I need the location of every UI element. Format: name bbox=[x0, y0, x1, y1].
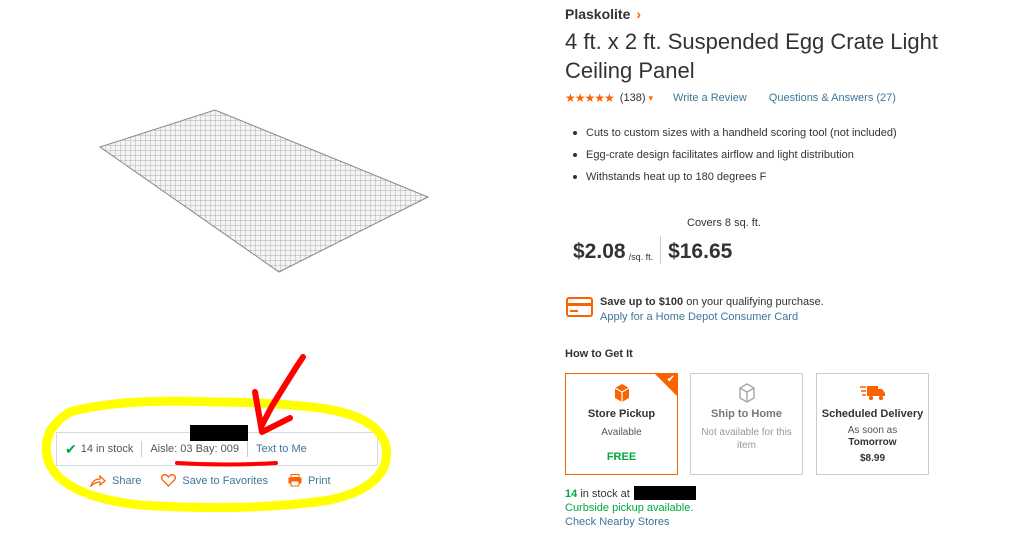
credit-offer-text: Save up to $100 on your qualifying purch… bbox=[600, 296, 824, 308]
printer-icon bbox=[288, 474, 302, 487]
option-status: Not available for this item bbox=[701, 427, 792, 451]
store-pickup-option[interactable]: ✔ Store Pickup Available FREE bbox=[565, 373, 678, 475]
credit-card-icon bbox=[566, 297, 593, 317]
option-price: FREE bbox=[606, 451, 637, 463]
redacted-store-name bbox=[634, 486, 696, 500]
red-arrow-head bbox=[252, 389, 293, 435]
stock-count: 14 bbox=[565, 488, 578, 500]
checkmark-icon: ✔ bbox=[666, 374, 675, 385]
product-highlights: Cuts to custom sizes with a handheld sco… bbox=[573, 126, 897, 192]
option-status: As soon as Tomorrow $8.99 bbox=[817, 425, 928, 465]
favorites-label: Save to Favorites bbox=[182, 474, 268, 487]
share-actions-row: Share Save to Favorites Print bbox=[90, 474, 331, 487]
highlight-item: Cuts to custom sizes with a handheld sco… bbox=[573, 127, 897, 139]
aisle-bay-location: Aisle: 03 Bay: 009 bbox=[150, 443, 239, 455]
product-image[interactable] bbox=[95, 100, 435, 280]
rating-row: ★★★★★ (138) ▾ Write a Review Questions &… bbox=[565, 91, 896, 105]
check-nearby-stores-link[interactable]: Check Nearby Stores bbox=[565, 516, 670, 528]
review-count[interactable]: (138) bbox=[620, 92, 646, 104]
chevron-right-icon: › bbox=[636, 6, 642, 22]
rating-stars-icon[interactable]: ★★★★★ bbox=[565, 91, 615, 105]
red-arrow-shaft bbox=[259, 354, 306, 428]
option-when: Tomorrow bbox=[848, 437, 897, 448]
stock-at-store-text: 14 in stock at bbox=[565, 488, 630, 500]
price-unit: /sq. ft. bbox=[628, 252, 654, 262]
in-stock-text: 14 in stock bbox=[80, 443, 134, 455]
stock-text: in stock at bbox=[580, 488, 630, 500]
save-suffix: on your qualifying purchase. bbox=[686, 296, 824, 308]
curbside-text: Curbside pickup available. bbox=[565, 502, 694, 514]
check-icon: ✔ bbox=[65, 440, 77, 457]
print-button[interactable]: Print bbox=[288, 474, 331, 487]
price-total: $16.65 bbox=[668, 240, 733, 263]
share-button[interactable]: Share bbox=[90, 474, 141, 487]
highlight-item: Withstands heat up to 180 degrees F bbox=[573, 170, 897, 184]
questions-answers-link[interactable]: Questions & Answers (27) bbox=[769, 92, 896, 104]
save-amount: $100 bbox=[658, 296, 684, 308]
in-stock-indicator: ✔ 14 in stock bbox=[57, 441, 141, 458]
text-to-me-link[interactable]: Text to Me bbox=[248, 443, 315, 455]
brand-name: Plaskolite bbox=[565, 6, 631, 22]
save-to-favorites-button[interactable]: Save to Favorites bbox=[161, 474, 268, 487]
save-prefix: Save up to bbox=[600, 296, 656, 308]
price-row: $2.08 /sq. ft. $16.65 bbox=[573, 236, 732, 264]
option-title: Ship to Home bbox=[711, 408, 782, 420]
chevron-down-icon[interactable]: ▾ bbox=[648, 93, 653, 104]
store-box-icon bbox=[614, 384, 629, 402]
option-title: Scheduled Delivery bbox=[821, 408, 924, 420]
package-icon bbox=[738, 383, 755, 403]
option-status: Available bbox=[601, 427, 642, 438]
ship-to-home-option[interactable]: Ship to Home Not available for this item bbox=[690, 373, 803, 475]
option-status-text: As soon as bbox=[847, 425, 898, 436]
print-label: Print bbox=[307, 474, 331, 487]
heart-icon bbox=[161, 474, 177, 487]
highlight-item: Egg-crate design facilitates airflow and… bbox=[573, 148, 897, 162]
option-price: $8.99 bbox=[859, 453, 886, 464]
how-to-get-it-heading: How to Get It bbox=[565, 348, 633, 360]
product-title: 4 ft. x 2 ft. Suspended Egg Crate Light … bbox=[565, 29, 939, 83]
write-review-link[interactable]: Write a Review bbox=[673, 92, 747, 104]
price-per-unit: $2.08 bbox=[573, 240, 626, 263]
share-arrow-icon bbox=[90, 474, 106, 487]
coverage-text: Covers 8 sq. ft. bbox=[687, 217, 761, 229]
divider bbox=[660, 236, 662, 264]
brand-link[interactable]: Plaskolite › bbox=[565, 6, 641, 22]
apply-card-link[interactable]: Apply for a Home Depot Consumer Card bbox=[600, 311, 798, 323]
option-title: Store Pickup bbox=[587, 408, 656, 420]
share-label: Share bbox=[112, 474, 142, 487]
redacted-store-name bbox=[190, 425, 248, 441]
delivery-truck-icon bbox=[859, 386, 885, 401]
scheduled-delivery-option[interactable]: Scheduled Delivery As soon as Tomorrow $… bbox=[816, 373, 929, 475]
